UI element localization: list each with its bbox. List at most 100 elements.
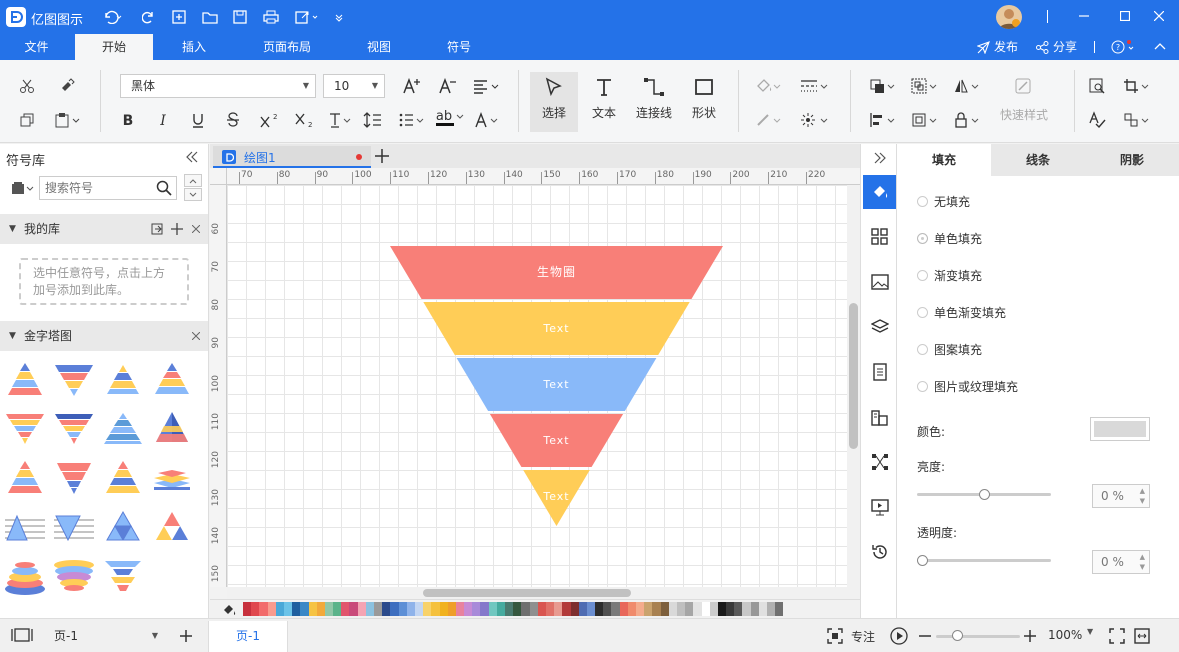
close-icon[interactable] [1152,9,1166,23]
radio-button[interactable] [917,270,928,281]
pyramid-shape-5[interactable] [3,457,47,501]
open-folder-icon[interactable] [200,8,220,26]
color-swatch[interactable] [586,602,596,616]
replace-icon[interactable] [1120,108,1154,132]
color-swatch[interactable] [636,602,645,616]
history-panel-icon[interactable] [869,541,891,563]
lock-icon[interactable] [950,108,984,132]
font-family-select[interactable]: 黑体 ▼ [120,74,316,98]
export-icon[interactable] [293,8,323,26]
flip-icon[interactable] [950,74,984,98]
text-options-icon[interactable] [325,108,355,132]
color-swatch[interactable] [758,602,767,616]
pyramid-layer-label[interactable]: Text [542,490,569,503]
color-swatch[interactable] [267,602,276,616]
inverted-pyramid-shape-4[interactable] [52,457,96,501]
color-swatch[interactable] [357,602,366,616]
color-swatch[interactable] [324,602,334,616]
zoom-in-icon[interactable] [1023,628,1037,644]
color-swatch[interactable] [668,602,677,616]
vertical-scroll-thumb[interactable] [849,303,858,449]
color-swatch[interactable] [513,602,522,616]
scroll-up-icon[interactable] [184,174,202,187]
line-color-icon[interactable] [752,108,786,132]
color-swatch[interactable] [529,602,538,616]
color-swatch[interactable] [423,602,432,616]
zoom-level[interactable]: 100% [1048,628,1082,642]
fill-color-icon[interactable] [752,74,786,98]
color-swatch[interactable] [488,602,497,616]
increase-font-icon[interactable] [399,74,425,98]
help-icon[interactable]: ? [1111,39,1137,55]
drawing-canvas[interactable]: 生物圈 Text Text Text Text [227,185,847,587]
menu-home[interactable]: 开始 [75,34,153,60]
color-swatch[interactable] [283,602,293,616]
color-swatch[interactable] [406,602,415,616]
grid-panel-icon[interactable] [869,226,891,248]
color-swatch[interactable] [701,602,710,616]
color-swatch[interactable] [374,602,383,616]
radio-button[interactable] [917,381,928,392]
bold-icon[interactable]: B [115,108,141,132]
vertical-ruler[interactable]: 60 70 80 90 100 110 120 130 140 150 [210,185,227,587]
text-tool-button[interactable]: 文本 [580,72,628,132]
spell-check-icon[interactable] [1084,108,1110,132]
color-swatch[interactable] [717,602,727,616]
page-tab[interactable]: 页-1 [208,621,288,652]
inverted-pyramid-shape-3[interactable] [52,408,96,452]
radio-button[interactable] [917,307,928,318]
shape-tool-button[interactable]: 形状 [680,72,728,132]
color-swatch[interactable] [734,602,743,616]
option-no-fill[interactable]: 无填充 [917,193,970,210]
group-icon[interactable] [908,74,942,98]
color-swatch[interactable] [349,602,358,616]
document-tab[interactable]: 绘图1 [213,146,371,168]
connector-tool-button[interactable]: 连接线 [630,72,678,132]
page-layout-icon[interactable] [10,627,34,643]
color-swatch[interactable] [308,602,317,616]
collapse-ribbon-icon[interactable] [1152,39,1168,55]
play-icon[interactable] [890,627,908,645]
color-swatch[interactable] [390,602,399,616]
scroll-down-icon[interactable] [184,188,202,201]
data-panel-icon[interactable] [869,406,891,428]
option-single-gradient-fill[interactable]: 单色渐变填充 [917,304,1006,321]
my-library-header[interactable]: ▼ 我的库 [0,214,208,244]
horizontal-ruler[interactable]: 70 80 90 100 110 120 130 140 150 160 170 180 190 200 2… [227,168,860,185]
inverted-pyramid-shape-2[interactable] [3,408,47,452]
effects-icon[interactable] [796,108,832,132]
radio-button[interactable] [917,344,928,355]
color-swatch[interactable] [603,602,612,616]
color-swatch[interactable] [767,602,776,616]
transparency-slider[interactable] [917,559,1051,562]
color-swatch[interactable] [243,602,252,616]
pyramid-layer-label[interactable]: Text [542,322,569,335]
library-menu-icon[interactable] [10,180,36,196]
collapse-panel-icon[interactable] [184,150,200,164]
copy-icon[interactable] [14,108,40,132]
color-swatch[interactable] [570,602,579,616]
color-swatch[interactable] [627,602,636,616]
radio-button-selected[interactable] [917,233,928,244]
bullet-list-icon[interactable] [396,108,428,132]
pyramid-layer-label[interactable]: 生物圈 [537,265,576,279]
color-swatch[interactable] [505,602,514,616]
size-icon[interactable] [908,108,942,132]
pyramid-layer-label[interactable]: Text [542,378,569,391]
color-swatch[interactable] [775,602,784,616]
transparency-slider-knob[interactable] [917,555,928,566]
color-swatch[interactable] [439,602,448,616]
color-swatch[interactable] [595,602,604,616]
tab-line[interactable]: 线条 [991,144,1085,176]
import-icon[interactable] [150,222,164,236]
color-swatch[interactable] [742,602,751,616]
redo-icon[interactable] [140,8,158,26]
tab-shadow[interactable]: 阴影 [1085,144,1179,176]
color-swatch[interactable] [251,602,260,616]
color-swatch[interactable] [275,602,284,616]
color-swatch[interactable] [562,602,571,616]
inverted-pyramid-table-shape[interactable] [52,506,96,550]
pyramid-layer-label[interactable]: Text [542,434,569,447]
brightness-input[interactable]: 0 % ▲ ▼ [1092,484,1150,508]
color-swatch[interactable] [644,602,653,616]
